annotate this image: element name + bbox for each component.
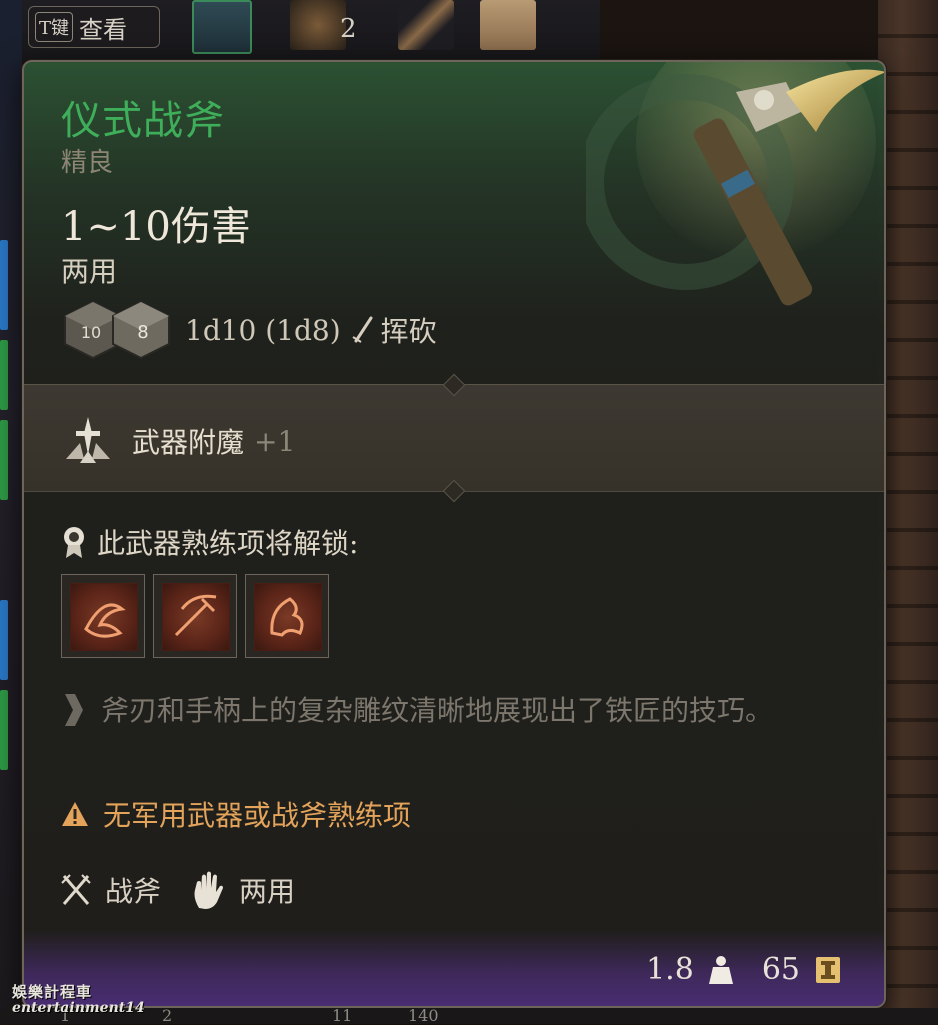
hotbar-slot-hammer[interactable] [398,0,454,50]
item-tooltip: 仪式战斧 精良 1~10伤害 两用 10 8 1d10 (1d8) 挥砍 武器附… [22,60,886,1008]
left-slot[interactable] [0,240,8,330]
weapon-action-icon-3 [254,583,322,651]
key-label: 查看 [79,15,128,44]
item-name: 仪式战斧 [61,98,225,144]
bottom-count: 140 [408,1006,439,1025]
property-weapon-type: 战斧 [61,870,161,910]
left-slot[interactable] [0,690,8,770]
hotbar-slot-parchment[interactable] [480,0,536,50]
weight-price-row: 1.8 65 [646,952,842,987]
watermark-cn: 娛樂計程車 [12,983,93,1001]
divider-notch [442,479,466,503]
weapon-actions [61,574,329,658]
bottom-count: 2 [162,1006,173,1025]
enchantment-row: 武器附魔 +1 [62,415,295,467]
slashing-icon [352,316,373,343]
weapon-action-slot[interactable] [153,574,237,658]
enchantment-label: 武器附魔 [132,426,245,459]
divider-notch [442,373,466,397]
key-cap: T键 [35,12,74,42]
weapon-action-slot[interactable] [245,574,329,658]
dice-row: 10 8 1d10 (1d8) 挥砍 [61,298,437,362]
gold-coin-icon [816,956,840,983]
proficiency-title: 此武器熟练项将解锁: [97,527,359,560]
item-rarity: 精良 [61,148,114,178]
dice-icon: 10 8 [64,300,170,360]
hand-icon [194,871,224,909]
weapon-action-icon-2 [162,583,230,651]
bottom-count: 11 [332,1006,353,1025]
watermark-en: entertainment14 [12,1000,145,1016]
warning-icon [62,802,88,826]
proficiency-medal-icon [64,527,84,558]
enchantment-icon [66,417,110,463]
property-handedness: 两用 [191,870,295,910]
watermark: 娛樂計程車 entertainment14 [12,984,145,1016]
left-slot[interactable] [0,340,8,410]
price-value: 65 [761,952,800,987]
property-label: 两用 [239,875,296,908]
weight-value: 1.8 [646,952,694,987]
left-panel-edge [0,0,22,1024]
enchantment-section: 武器附魔 +1 [24,373,884,503]
description: 斧刃和手柄上的复杂雕纹清晰地展现出了铁匠的技巧。 [61,686,861,736]
proficiency-warning: 无军用武器或战斧熟练项 [61,794,411,834]
svg-text:8: 8 [137,322,148,343]
weight-icon [708,955,733,984]
handedness: 两用 [61,255,118,288]
proficiency-header: 此武器熟练项将解锁: [61,522,358,562]
svg-text:10: 10 [81,323,101,342]
enchantment-value: +1 [254,424,296,458]
property-label: 战斧 [105,875,162,908]
damage-type: 挥砍 [380,315,437,348]
stone-wall-background [878,0,938,1024]
hotbar-slot-scroll[interactable] [192,0,252,54]
damage-range: 1~10伤害 [61,204,251,250]
description-text: 斧刃和手柄上的复杂雕纹清晰地展现出了铁匠的技巧。 [101,694,774,727]
weapon-properties: 战斧 两用 [61,870,325,910]
warning-text: 无军用武器或战斧熟练项 [103,799,412,832]
weapon-action-icon-1 [70,583,138,651]
dice-roll: 1d10 (1d8) [185,313,341,347]
inspect-key-hint: T键 查看 [28,6,160,48]
crossed-swords-icon [61,874,91,905]
tooltip-footer: 1.8 65 [24,930,884,1006]
left-slot[interactable] [0,600,8,680]
ceremonial-axe-icon [586,62,884,306]
quote-icon [65,694,83,726]
hotbar-slot-rope[interactable] [290,0,346,50]
left-slot[interactable] [0,420,8,500]
stack-count: 2 [340,14,357,44]
weapon-action-slot[interactable] [61,574,145,658]
